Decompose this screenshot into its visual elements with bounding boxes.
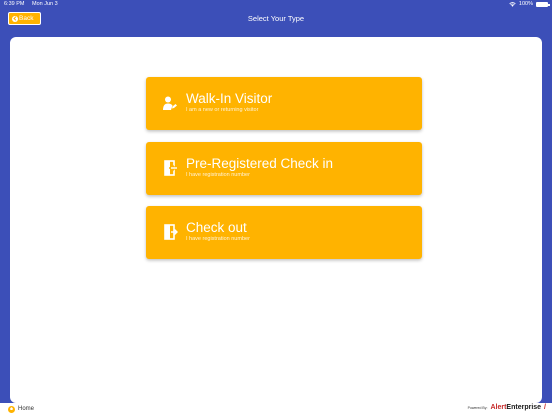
- visitor-icon: [163, 96, 177, 110]
- chevron-left-icon: [12, 15, 18, 22]
- home-button[interactable]: Home: [8, 405, 34, 413]
- option-title: Check out: [186, 220, 247, 235]
- wifi-icon: [509, 2, 516, 7]
- powered-by-label: Powered By:: [467, 406, 488, 410]
- home-icon: [8, 405, 15, 413]
- check-in-icon: [164, 160, 177, 176]
- nav-bar: Select Your Type Back: [0, 9, 552, 29]
- content-panel: Walk-In Visitor I am a new or returning …: [10, 37, 542, 403]
- pre-registered-check-in-button[interactable]: Pre-Registered Check in I have registrat…: [146, 142, 422, 195]
- option-subtitle: I am a new or returning visitor: [186, 107, 259, 113]
- home-label: Home: [18, 406, 35, 412]
- back-button[interactable]: Back: [8, 12, 41, 25]
- option-subtitle: I have registration number: [186, 236, 250, 242]
- check-out-icon: [164, 224, 178, 240]
- status-date: Mon Jun 3: [32, 1, 58, 7]
- back-label: Back: [19, 15, 34, 22]
- footer: Home Powered By: AlertEnterprise /: [0, 403, 552, 414]
- battery-icon: [536, 2, 550, 7]
- battery-percent: 100%: [518, 1, 533, 7]
- status-left: 6:39 PM Mon Jun 3: [4, 0, 64, 9]
- brand-name: AlertEnterprise: [490, 404, 541, 411]
- status-bar: 6:39 PM Mon Jun 3 100%: [0, 0, 552, 9]
- brand-logo: Powered By: AlertEnterprise /: [468, 404, 546, 411]
- option-subtitle: I have registration number: [186, 172, 250, 178]
- walk-in-visitor-button[interactable]: Walk-In Visitor I am a new or returning …: [146, 77, 422, 130]
- status-right: 100%: [509, 0, 550, 9]
- brand-slash-icon: /: [544, 404, 546, 411]
- check-out-button[interactable]: Check out I have registration number: [146, 206, 422, 259]
- option-title: Walk-In Visitor: [186, 91, 273, 106]
- status-time: 6:39 PM: [4, 1, 25, 7]
- option-title: Pre-Registered Check in: [186, 156, 334, 171]
- brand-alert: Alert: [490, 404, 507, 411]
- page-title: Select Your Type: [247, 14, 305, 23]
- brand-enterprise: Enterprise: [506, 404, 542, 411]
